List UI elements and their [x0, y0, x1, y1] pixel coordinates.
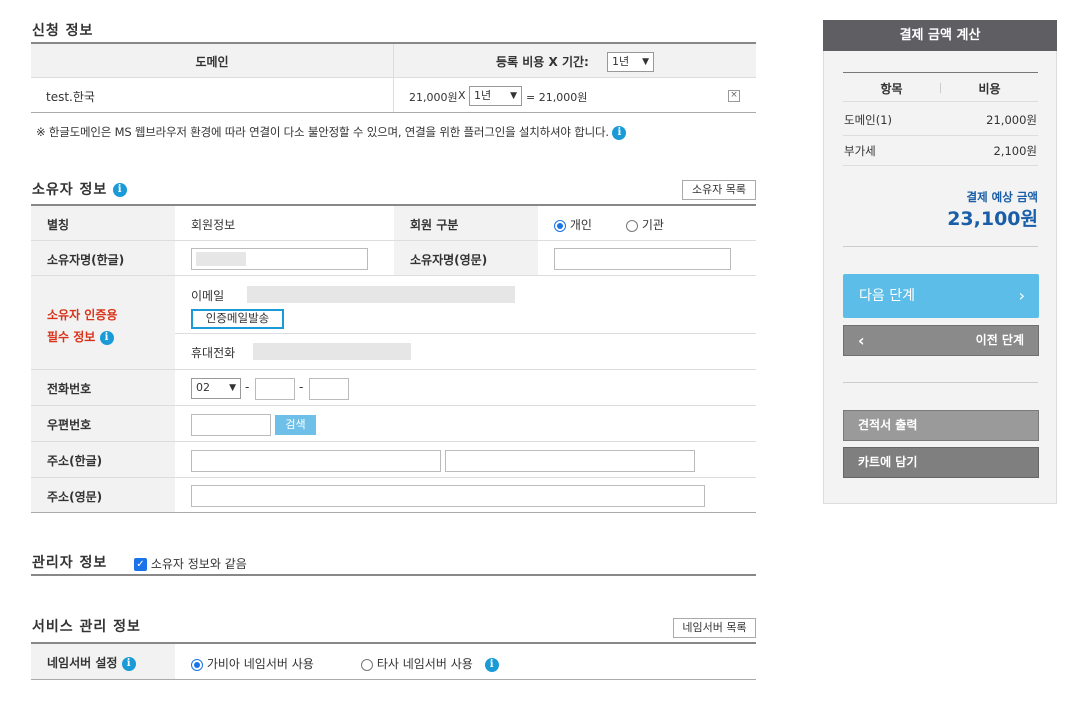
info-icon[interactable]: i	[612, 125, 627, 140]
summary-vat-cost: 2,100원	[993, 144, 1037, 158]
row-total: = 21,000원	[526, 91, 588, 104]
send-auth-email-button[interactable]: 인증메일발송	[191, 309, 284, 329]
email-label: 이메일	[191, 289, 225, 303]
ns-other-option[interactable]: 타사 네임서버 사용 i	[361, 655, 499, 672]
phone-last-input[interactable]	[309, 378, 349, 400]
member-type-label: 회원 구분	[410, 218, 459, 232]
zip-input[interactable]	[191, 414, 271, 436]
chevron-right-icon: ›	[1018, 286, 1025, 305]
radio-ns-gabia[interactable]	[191, 658, 203, 671]
chevron-down-icon: ▼	[229, 383, 236, 393]
summary-domain-label: 도메인(1)	[844, 113, 893, 127]
alias-label: 별칭	[47, 218, 70, 232]
name-kr-label: 소유자명(한글)	[47, 253, 125, 267]
redacted-mobile	[253, 343, 411, 360]
period-select-header[interactable]: 1년 ▼	[607, 52, 654, 72]
radio-org[interactable]	[626, 219, 638, 232]
col-domain-header: 도메인	[195, 55, 229, 69]
col-item: 항목	[880, 82, 903, 96]
period-select-row[interactable]: 1년 ▼	[469, 86, 522, 106]
info-icon[interactable]: i	[121, 656, 136, 671]
nameserver-list-button[interactable]: 네임서버 목록	[673, 618, 756, 638]
alias-value: 회원정보	[191, 218, 236, 232]
info-icon[interactable]: i	[484, 657, 499, 672]
redacted-value	[196, 252, 246, 266]
quote-print-button[interactable]: 견적서 출력	[843, 410, 1039, 441]
addr-en-input[interactable]	[191, 485, 705, 507]
same-as-owner-checkbox[interactable]: ✓ 소유자 정보와 같음	[134, 555, 247, 572]
zip-label: 우편번호	[47, 418, 92, 432]
expected-total: 23,100원	[947, 208, 1038, 230]
radio-ns-other[interactable]	[361, 658, 373, 671]
col-cost: 비용	[978, 82, 1001, 96]
chevron-left-icon: ‹	[858, 331, 865, 350]
summary-title: 결제 금액 계산	[823, 20, 1057, 51]
member-type-personal[interactable]: 개인	[554, 216, 592, 233]
add-to-cart-button[interactable]: 카트에 담기	[843, 447, 1039, 478]
info-icon[interactable]: i	[99, 330, 114, 345]
member-type-org[interactable]: 기관	[626, 216, 664, 233]
next-step-button[interactable]: 다음 단계 ›	[843, 274, 1039, 318]
summary-vat-label: 부가세	[844, 144, 876, 158]
col-fee-header: 등록 비용 X 기간:	[496, 55, 589, 69]
prev-step-button[interactable]: ‹ 이전 단계	[843, 325, 1039, 356]
mobile-label: 휴대전화	[191, 346, 236, 360]
owner-title: 소유자 정보 i	[32, 179, 128, 199]
admin-title: 관리자 정보	[32, 555, 108, 571]
service-title: 서비스 관리 정보	[32, 619, 141, 635]
ns-gabia-option[interactable]: 가비아 네임서버 사용	[191, 655, 314, 672]
addr-kr-input-2[interactable]	[445, 450, 695, 472]
phone-label: 전화번호	[47, 382, 92, 396]
chevron-down-icon: ▼	[642, 57, 649, 67]
name-en-input[interactable]	[554, 248, 731, 270]
chevron-down-icon: ▼	[510, 91, 517, 101]
radio-personal[interactable]	[554, 219, 566, 232]
zip-search-button[interactable]: 검색	[275, 415, 316, 435]
nameserver-label: 네임서버 설정 i	[47, 654, 136, 671]
expected-label: 결제 예상 금액	[966, 190, 1039, 204]
addr-en-label: 주소(영문)	[47, 490, 103, 504]
addr-kr-input-1[interactable]	[191, 450, 441, 472]
summary-domain-cost: 21,000원	[986, 113, 1037, 127]
checkbox-checked-icon[interactable]: ✓	[134, 558, 147, 571]
notice-text: ※ 한글도메인은 MS 웹브라우저 환경에 따라 연결이 다소 불안정할 수 있…	[36, 124, 627, 140]
addr-kr-label: 주소(한글)	[47, 454, 103, 468]
row-times: X	[458, 89, 466, 102]
phone-mid-input[interactable]	[255, 378, 295, 400]
name-en-label: 소유자명(영문)	[410, 253, 488, 267]
row-price: 21,000원	[409, 91, 458, 104]
redacted-email	[247, 286, 515, 303]
delete-row-icon[interactable]: ×	[728, 90, 740, 102]
owner-list-button[interactable]: 소유자 목록	[682, 180, 756, 200]
application-title: 신청 정보	[32, 23, 94, 39]
phone-area-select[interactable]: 02 ▼	[191, 378, 241, 399]
auth-required-label: 소유자 인증용 필수 정보 i	[47, 308, 118, 345]
domain-name: test.한국	[46, 90, 95, 104]
info-icon[interactable]: i	[113, 183, 128, 197]
